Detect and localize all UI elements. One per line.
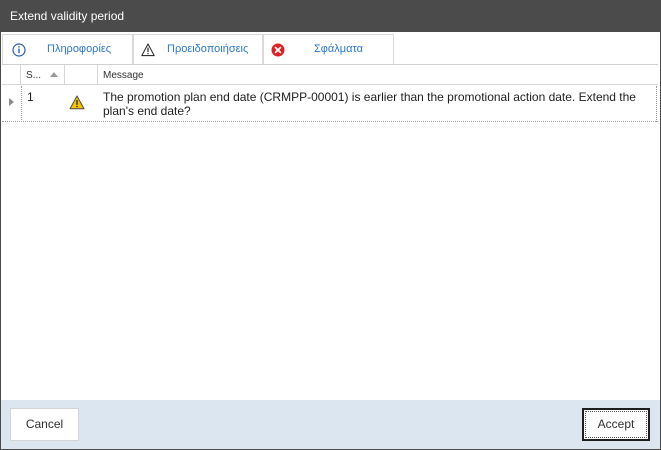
- sort-ascending-icon: [50, 72, 58, 77]
- message-type-tabs: Πληροφορίες Προειδοποιήσεις Σφάλματα: [1, 33, 660, 64]
- row-seq: 1: [27, 90, 34, 104]
- row-indicator[interactable]: [2, 86, 21, 122]
- accept-button[interactable]: Accept: [582, 408, 650, 441]
- column-header-icon[interactable]: [65, 65, 98, 85]
- focus-rectangle: [585, 411, 647, 438]
- column-header-seq-label: S...: [26, 70, 42, 81]
- row-seq-cell: 1: [21, 86, 65, 122]
- table-row[interactable]: 1 The promotion plan end date (CRMPP-000…: [2, 86, 658, 122]
- info-icon: [12, 43, 26, 57]
- row-pointer-icon: [9, 98, 14, 106]
- warning-icon: [141, 43, 155, 57]
- tab-warnings-label: Προειδοποιήσεις: [167, 43, 249, 55]
- warning-icon: [69, 95, 85, 110]
- column-header-message-label: Message: [103, 70, 144, 81]
- title-bar[interactable]: Extend validity period: [1, 1, 660, 32]
- row-icon-cell: [65, 86, 98, 122]
- error-icon: [271, 43, 285, 57]
- messages-grid: S... Message 1 The promotion plan end da…: [2, 64, 658, 398]
- grid-header: S... Message: [2, 65, 658, 85]
- dialog-footer: Cancel Accept: [1, 400, 660, 449]
- window-title: Extend validity period: [10, 9, 125, 23]
- column-header-message[interactable]: Message: [98, 65, 658, 85]
- row-indicator-header: [2, 65, 21, 85]
- tab-information[interactable]: Πληροφορίες: [2, 34, 133, 64]
- row-message: The promotion plan end date (CRMPP-00001…: [103, 90, 636, 118]
- tab-errors[interactable]: Σφάλματα: [263, 34, 394, 64]
- tab-warnings[interactable]: Προειδοποιήσεις: [133, 34, 263, 64]
- cancel-button[interactable]: Cancel: [10, 408, 79, 441]
- tab-errors-label: Σφάλματα: [314, 43, 364, 55]
- dialog-window: Extend validity period Πληροφορίες Προει…: [0, 0, 661, 450]
- row-message-cell: The promotion plan end date (CRMPP-00001…: [98, 86, 657, 122]
- tab-information-label: Πληροφορίες: [47, 43, 112, 55]
- column-header-seq[interactable]: S...: [21, 65, 65, 85]
